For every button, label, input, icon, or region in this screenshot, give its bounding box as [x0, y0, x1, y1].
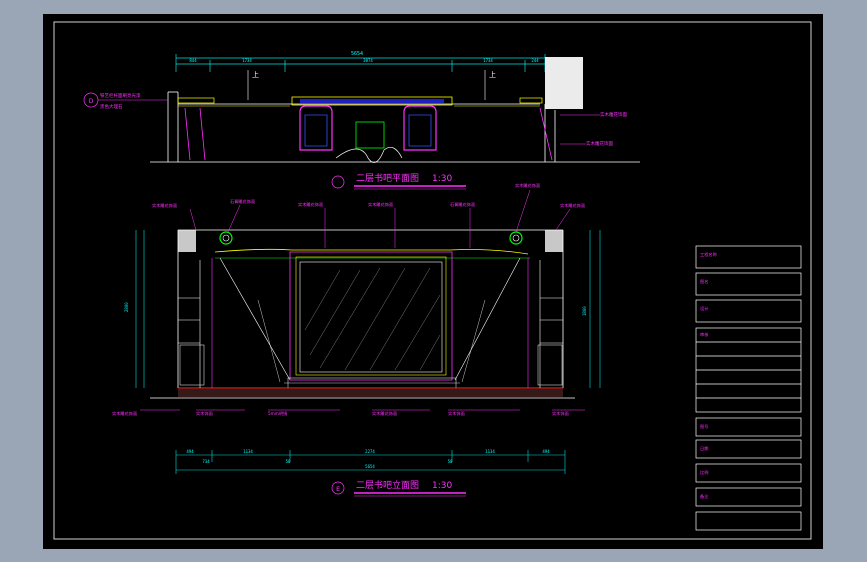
plan-title: 二层书吧平面图 — [356, 173, 419, 184]
tb-row-1: 工程名称 — [700, 251, 717, 258]
elev-note-top-4: 实木雕花饰面 — [368, 201, 393, 208]
plan-overall-dim: 5654 — [351, 51, 363, 57]
elev-note-bottom-1: 实木雕花饰面 — [112, 410, 137, 417]
tb-row-4: 审核 — [700, 331, 709, 338]
elev-note-bottom-4: 实木雕花饰面 — [372, 410, 397, 417]
elev-note-top-6: 实木雕花饰面 — [515, 182, 540, 189]
tb-row-3: 设计 — [700, 305, 708, 312]
elev-note-top-5: 石膏雕花饰面 — [450, 201, 475, 208]
elev-note-top-3: 实木雕花饰面 — [298, 201, 323, 208]
elev-sub-mid-l: 50 — [286, 459, 291, 464]
elev-scale: 1:30 — [432, 481, 452, 491]
plan-note-right-2: 实木雕花饰面 — [586, 140, 613, 147]
plan-seg-2: 1734 — [242, 58, 252, 63]
cad-drawing-canvas: 5654 844 1734 3074 1734 244 上 上 D 铁艺栏杆面刷… — [0, 0, 867, 562]
elev-note-bottom-6: 实木饰面 — [552, 410, 569, 417]
plan-detail-mark: D — [89, 98, 94, 105]
plan-up-right: 上 — [489, 70, 496, 79]
plan-note-left-1: 铁艺栏杆面刷亮光漆 — [100, 92, 141, 99]
elev-note-bottom-2: 实木饰面 — [196, 410, 213, 417]
elev-note-bottom-5: 实木饰面 — [448, 410, 465, 417]
elev-height-dim: 2800 — [124, 302, 129, 312]
elev-dim-5: 494 — [542, 449, 550, 454]
elev-dim-2: 1134 — [243, 449, 253, 454]
elev-note-top-1: 实木雕花饰面 — [152, 202, 177, 209]
plan-seg-5: 244 — [531, 58, 539, 63]
tb-row-8: 备注 — [700, 493, 709, 500]
tb-row-2: 图名 — [700, 278, 708, 285]
plan-seg-4: 1734 — [483, 58, 493, 63]
plan-note-right-1: 实木雕花饰面 — [600, 111, 627, 118]
tb-row-7: 比例 — [700, 469, 708, 476]
elev-dim-4: 1134 — [485, 449, 495, 454]
elev-detail-mark: E — [336, 486, 340, 493]
elev-sub-mid-r: 50 — [448, 459, 453, 464]
plan-up-left: 上 — [252, 70, 259, 79]
elev-dim-1: 494 — [186, 449, 194, 454]
elev-title: 二层书吧立面图 — [356, 479, 419, 491]
elev-overall-dim: 5654 — [365, 464, 375, 469]
elev-note-top-7: 实木雕花饰面 — [560, 202, 585, 209]
elev-dim-3: 2274 — [365, 449, 375, 454]
plan-column — [545, 57, 583, 109]
elev-sub-left: 734 — [202, 459, 210, 464]
plan-scale: 1:30 — [432, 174, 452, 184]
elev-note-top-2: 石膏雕花饰面 — [230, 198, 255, 205]
elev-note-bottom-3: 5mm明镜 — [268, 410, 288, 417]
elev-height-right: 1800 — [582, 306, 587, 316]
plan-note-left-2: 黑色大理石 — [100, 103, 123, 110]
plan-seg-3: 3074 — [363, 58, 373, 63]
plan-seg-1: 844 — [189, 58, 197, 63]
